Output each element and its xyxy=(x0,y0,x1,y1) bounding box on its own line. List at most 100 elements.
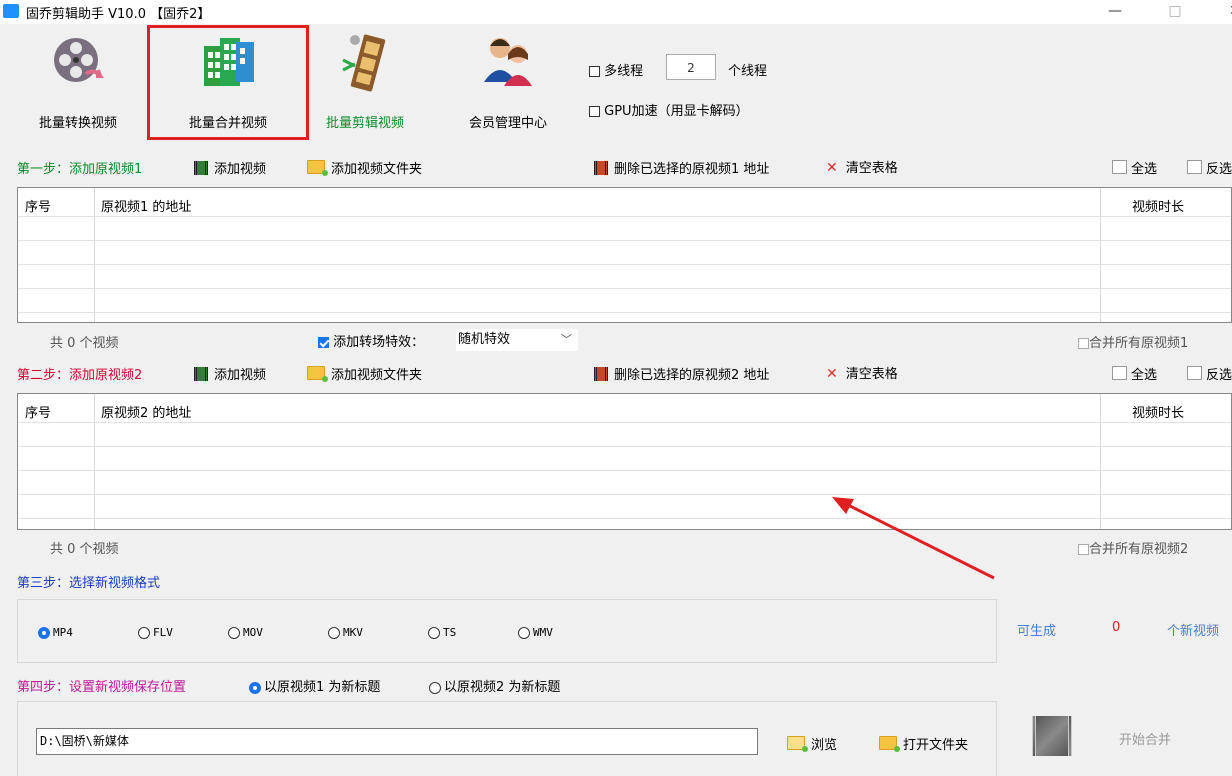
close-button[interactable]: ✕ xyxy=(1212,0,1232,24)
chevron-down-icon: ﹀ xyxy=(561,333,572,346)
row-divider xyxy=(18,216,1231,217)
format-label-wmv: WMV xyxy=(533,626,553,639)
transition-check-icon xyxy=(318,337,329,348)
browse-button[interactable]: 浏览 xyxy=(787,734,837,753)
format-option-mov[interactable]: MOV xyxy=(228,626,263,639)
row-divider xyxy=(18,312,1231,313)
row-divider xyxy=(18,288,1231,289)
step2-add-video-button[interactable]: 添加视频 xyxy=(194,364,266,383)
transition-checkbox[interactable]: 添加转场特效： xyxy=(318,331,424,350)
merge-all-video2-checkbox[interactable]: 合并所有原视频2 xyxy=(1078,538,1188,557)
title-option1-radio[interactable]: 以原视频1 为新标题 xyxy=(249,676,380,695)
clear-x-icon: ✕ xyxy=(826,366,838,382)
radio-selected-icon xyxy=(38,627,50,639)
multithread-label: 多线程 xyxy=(604,64,644,79)
multithread-check-icon xyxy=(589,66,600,77)
page-icon xyxy=(1112,366,1127,380)
step1-select-all-button[interactable]: 全选 xyxy=(1112,158,1157,177)
step4-label: 第四步：设置新视频保存位置 xyxy=(17,680,187,695)
generate-count: 0 xyxy=(1112,620,1121,635)
column-divider xyxy=(94,188,95,322)
step2-select-all-label: 全选 xyxy=(1131,368,1158,383)
video2-table[interactable]: 序号 原视频2 的地址 视频时长 xyxy=(17,393,1232,530)
film-icon xyxy=(194,161,208,175)
page-icon xyxy=(1187,160,1202,174)
batch-convert-button[interactable]: 批量转换视频 xyxy=(28,30,128,131)
step2-select-all-button[interactable]: 全选 xyxy=(1112,364,1157,383)
multithread-checkbox[interactable]: 多线程 xyxy=(589,60,643,79)
film-strip-icon xyxy=(342,34,386,92)
step2-label: 第二步：添加原视频2 xyxy=(17,368,143,383)
open-folder-label: 打开文件夹 xyxy=(903,738,969,753)
merge-all-video2-label: 合并所有原视频2 xyxy=(1089,542,1189,557)
step2-invert-button[interactable]: 反选 xyxy=(1187,364,1232,383)
title-option1-label: 以原视频1 为新标题 xyxy=(264,680,381,695)
gpu-check-icon xyxy=(589,106,600,117)
batch-edit-button[interactable]: 批量剪辑视频 xyxy=(312,30,418,131)
step1-clear-table-button[interactable]: ✕ 清空表格 xyxy=(826,157,898,176)
step1-delete-selected-button[interactable]: 删除已选择的原视频1 地址 xyxy=(594,158,769,177)
column-header-duration[interactable]: 视频时长 xyxy=(1132,402,1184,421)
step1-delete-label: 删除已选择的原视频1 地址 xyxy=(614,162,770,177)
merge-all-video1-checkbox[interactable]: 合并所有原视频1 xyxy=(1078,332,1188,351)
row-divider xyxy=(18,446,1231,447)
highlight-box xyxy=(147,25,309,140)
column-header-path[interactable]: 原视频2 的地址 xyxy=(101,402,191,421)
row-divider xyxy=(18,470,1231,471)
format-option-mp4[interactable]: MP4 xyxy=(38,626,73,639)
open-folder-icon xyxy=(879,736,900,752)
step2-clear-table-button[interactable]: ✕ 清空表格 xyxy=(826,363,898,382)
format-option-flv[interactable]: FLV xyxy=(138,626,173,639)
step1-label: 第一步：添加原视频1 xyxy=(17,162,143,177)
folder-add-icon xyxy=(307,366,328,382)
video1-table[interactable]: 序号 原视频1 的地址 视频时长 xyxy=(17,187,1232,323)
open-folder-button[interactable]: 打开文件夹 xyxy=(879,734,968,753)
step1-add-video-button[interactable]: 添加视频 xyxy=(194,158,266,177)
format-label-mp4: MP4 xyxy=(53,626,73,639)
format-option-ts[interactable]: TS xyxy=(428,626,456,639)
clear-x-icon: ✕ xyxy=(826,160,838,176)
radio-icon xyxy=(428,627,440,639)
row-divider xyxy=(18,494,1231,495)
title-option2-radio[interactable]: 以原视频2 为新标题 xyxy=(429,676,560,695)
minimize-button[interactable]: — xyxy=(1092,0,1138,24)
merge-all-video1-label: 合并所有原视频1 xyxy=(1089,336,1189,351)
step2-add-folder-button[interactable]: 添加视频文件夹 xyxy=(307,364,422,383)
step1-add-folder-button[interactable]: 添加视频文件夹 xyxy=(307,158,422,177)
column-header-path[interactable]: 原视频1 的地址 xyxy=(101,196,191,215)
format-option-mkv[interactable]: MKV xyxy=(328,626,363,639)
column-header-index[interactable]: 序号 xyxy=(25,402,51,421)
transition-label: 添加转场特效： xyxy=(333,335,425,350)
start-merge-button[interactable]: 开始合并 xyxy=(1119,729,1171,748)
can-generate-label: 可生成 xyxy=(1017,624,1057,639)
generate-unit-label: 个新视频 xyxy=(1167,624,1220,639)
radio-icon xyxy=(429,681,441,694)
row-divider xyxy=(18,518,1231,519)
member-center-button[interactable]: 会员管理中心 xyxy=(456,30,560,131)
maximize-button[interactable]: □ xyxy=(1152,0,1198,24)
step1-invert-button[interactable]: 反选 xyxy=(1187,158,1232,177)
save-path-input[interactable]: D:\固桥\新媒体 xyxy=(36,728,758,755)
gpu-checkbox[interactable]: GPU加速（用显卡解码） xyxy=(589,100,749,119)
annotation-arrow-icon xyxy=(832,497,995,580)
column-divider xyxy=(1100,188,1101,322)
format-option-wmv[interactable]: WMV xyxy=(518,626,553,639)
step1-clear-label: 清空表格 xyxy=(845,161,898,176)
format-label-flv: FLV xyxy=(153,626,173,639)
merge-film-icon xyxy=(1032,716,1072,756)
step1-add-folder-label: 添加视频文件夹 xyxy=(331,162,423,177)
transition-effect-select[interactable]: 随机特效 ﹀ xyxy=(456,329,578,351)
thread-count-input[interactable]: 2 xyxy=(666,54,716,80)
step1-select-all-label: 全选 xyxy=(1131,162,1158,177)
column-header-duration[interactable]: 视频时长 xyxy=(1132,196,1184,215)
step2-delete-selected-button[interactable]: 删除已选择的原视频2 地址 xyxy=(594,364,769,383)
column-header-index[interactable]: 序号 xyxy=(25,196,51,215)
row-divider xyxy=(18,264,1231,265)
merge-all2-check-icon xyxy=(1078,544,1089,555)
film-delete-icon xyxy=(594,367,608,381)
window-title: 固乔剪辑助手 V10.0 【固乔2】 xyxy=(26,7,211,22)
row-divider xyxy=(18,422,1231,423)
browse-folder-icon xyxy=(787,736,808,752)
format-label-ts: TS xyxy=(443,626,457,639)
step1-add-video-label: 添加视频 xyxy=(214,162,267,177)
